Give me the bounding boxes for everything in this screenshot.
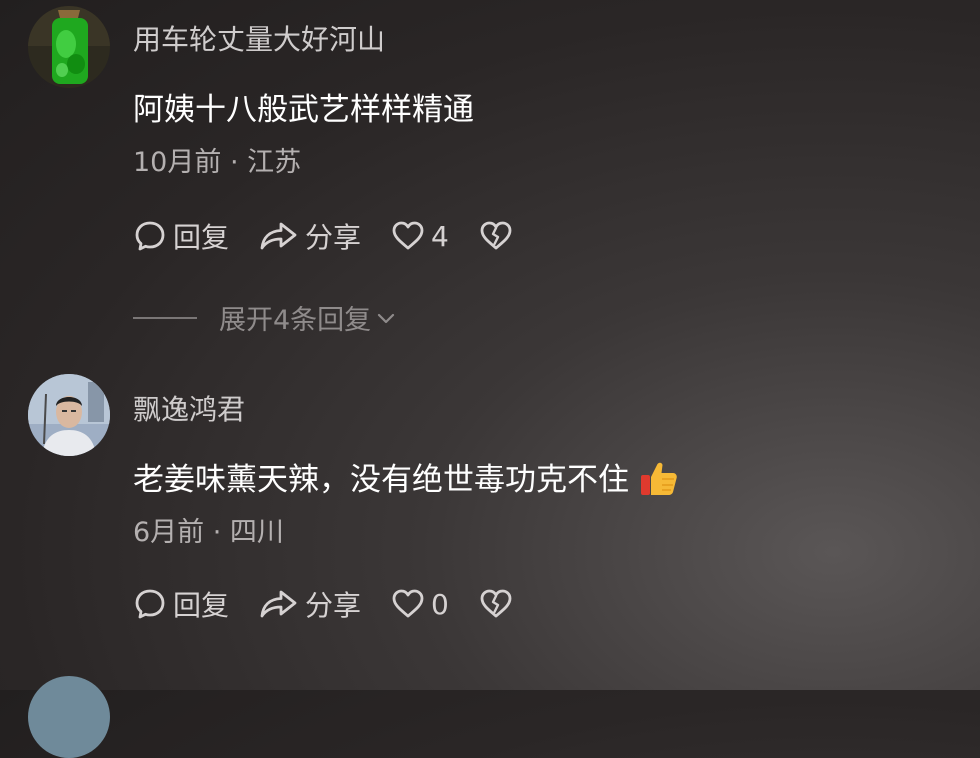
reply-button[interactable]: 回复 xyxy=(133,216,229,256)
person-photo xyxy=(28,374,110,456)
comment-text: 阿姨十八般武艺样样精通 xyxy=(133,92,474,128)
comment-meta: 6月前 · 四川 xyxy=(133,517,284,548)
broken-heart-icon xyxy=(480,221,512,250)
heart-icon xyxy=(392,589,424,618)
comment-actions: 回复 分享 4 xyxy=(133,216,543,256)
avatar-image xyxy=(28,676,110,758)
reply-button[interactable]: 回复 xyxy=(133,584,229,624)
chevron-down-icon xyxy=(378,313,395,323)
avatar[interactable] xyxy=(28,6,110,88)
comment-item: 飘逸鸿君 老姜味薰天辣，没有绝世毒功克不住 6月前 · 四川 回复 分享 0 xyxy=(0,370,980,660)
share-button[interactable]: 分享 xyxy=(259,584,361,624)
expand-replies-button[interactable]: 展开4条回复 xyxy=(133,298,397,337)
comment-username[interactable]: 飘逸鸿君 xyxy=(133,388,245,428)
comment-text-content: 老姜味薰天辣，没有绝世毒功克不住 xyxy=(133,462,629,498)
comment-actions: 回复 分享 0 xyxy=(133,584,543,624)
like-count: 4 xyxy=(431,219,449,253)
share-arrow-icon xyxy=(260,222,297,250)
like-button[interactable]: 0 xyxy=(391,587,449,621)
comment-text: 老姜味薰天辣，没有绝世毒功克不住 xyxy=(133,454,679,505)
comment-item: 用车轮丈量大好河山 阿姨十八般武艺样样精通 10月前 · 江苏 回复 分享 4 xyxy=(0,0,980,290)
avatar[interactable] xyxy=(28,374,110,456)
like-count: 0 xyxy=(431,587,449,621)
avatar[interactable] xyxy=(28,676,110,758)
share-arrow-icon xyxy=(260,590,297,618)
dislike-button[interactable] xyxy=(479,219,513,253)
share-button[interactable]: 分享 xyxy=(259,216,361,256)
like-button[interactable]: 4 xyxy=(391,219,449,253)
divider-line xyxy=(133,316,197,319)
comment-meta: 10月前 · 江苏 xyxy=(133,147,302,178)
thumbs-up-icon xyxy=(639,459,679,505)
reply-label: 回复 xyxy=(173,221,230,254)
reply-label: 回复 xyxy=(173,589,230,622)
heart-icon xyxy=(392,221,424,250)
speech-bubble-icon xyxy=(135,589,165,619)
speech-bubble-icon xyxy=(135,221,165,251)
dislike-button[interactable] xyxy=(479,587,513,621)
jade-pendant-image xyxy=(28,6,110,88)
broken-heart-icon xyxy=(480,589,512,618)
expand-replies-label: 展开4条回复 xyxy=(219,305,372,336)
share-label: 分享 xyxy=(305,221,362,254)
share-label: 分享 xyxy=(305,589,362,622)
comment-username[interactable]: 用车轮丈量大好河山 xyxy=(133,18,385,58)
